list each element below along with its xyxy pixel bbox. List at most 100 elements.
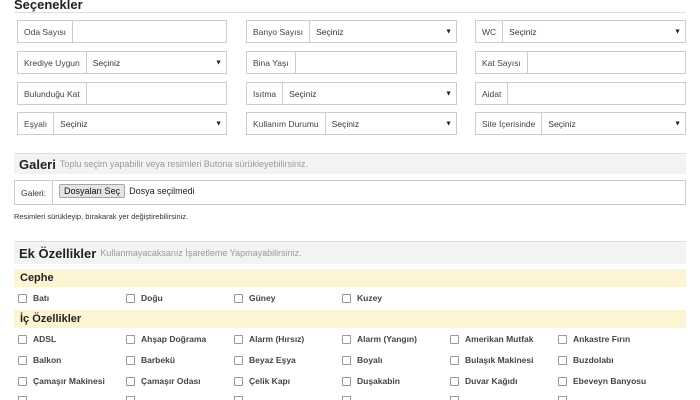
checkbox-box[interactable] <box>234 334 243 344</box>
checkbox-box[interactable] <box>450 376 459 386</box>
checkbox-box[interactable] <box>18 355 27 365</box>
checkbox-box[interactable] <box>558 376 567 386</box>
field-isitma[interactable]: Isıtma Seçiniz ▼ <box>246 82 457 105</box>
checkbox-camasir-odasi[interactable]: Çamaşır Odası <box>126 376 201 386</box>
checkbox-bulasik-makinesi[interactable]: Bulaşık Makinesi <box>450 355 534 365</box>
file-status: Dosya seçilmedi <box>129 185 195 196</box>
checkbox-label: Bulaşık Makinesi <box>465 355 534 365</box>
checkbox-label: Çamaşır Makinesi <box>33 376 105 386</box>
checkbox-amerikan-mutfak[interactable]: Amerikan Mutfak <box>450 334 534 344</box>
checkbox-box[interactable] <box>450 396 459 400</box>
checkbox-alarm-hirsiz[interactable]: Alarm (Hırsız) <box>234 334 304 344</box>
checkbox-box[interactable] <box>342 396 351 400</box>
checkbox-box[interactable] <box>126 396 135 400</box>
caret-down-icon: ▼ <box>215 120 222 127</box>
checkbox-box[interactable] <box>18 396 27 400</box>
checkbox-alarm-yangin[interactable]: Alarm (Yangın) <box>342 334 417 344</box>
checkbox-label: Duşakabin <box>357 376 400 386</box>
gallery-note: Resimleri sürükleyip, bırakarak yer deği… <box>14 212 189 221</box>
checkbox-ankastre-firin[interactable]: Ankastre Fırın <box>558 334 630 344</box>
field-krediye-uygun[interactable]: Krediye Uygun Seçiniz ▼ <box>17 51 227 74</box>
checkbox-box[interactable] <box>126 293 135 303</box>
checkbox-barbeku[interactable]: Barbekü <box>126 355 175 365</box>
checkbox-box[interactable] <box>18 334 27 344</box>
checkbox-label: Amerikan Mutfak <box>465 334 534 344</box>
checkbox-kuzey[interactable]: Kuzey <box>342 293 382 303</box>
checkbox-box[interactable] <box>126 334 135 344</box>
field-aidat[interactable]: Aidat <box>475 82 686 105</box>
oda-sayisi-input[interactable] <box>73 21 226 42</box>
field-banyo-sayisi[interactable]: Banyo Sayısı Seçiniz ▼ <box>246 20 457 43</box>
kullanim-durumu-select[interactable]: Seçiniz ▼ <box>326 113 456 134</box>
field-esyali[interactable]: Eşyalı Seçiniz ▼ <box>17 112 227 135</box>
checkbox-camasir-makinesi[interactable]: Çamaşır Makinesi <box>18 376 105 386</box>
checkbox-duvar-kagidi[interactable]: Duvar Kağıdı <box>450 376 517 386</box>
checkbox-box[interactable] <box>342 334 351 344</box>
checkbox-adsl[interactable]: ADSL <box>18 334 56 344</box>
field-label: Oda Sayısı <box>18 21 74 42</box>
checkbox-box[interactable] <box>558 334 567 344</box>
checkbox-box[interactable] <box>342 376 351 386</box>
checkbox-celik-kapi[interactable]: Çelik Kapı <box>234 376 290 386</box>
checkbox-ahsap-dograma[interactable]: Ahşap Doğrama <box>126 334 206 344</box>
checkbox-box[interactable] <box>234 376 243 386</box>
checkbox-box[interactable] <box>126 355 135 365</box>
gallery-section-header: Galeri Toplu seçim yapabilir veya resiml… <box>14 154 686 174</box>
checkbox-box[interactable] <box>450 355 459 365</box>
checkbox-box[interactable] <box>342 293 351 303</box>
checkbox-box[interactable] <box>342 355 351 365</box>
checkbox-label: Beyaz Eşya <box>249 355 296 365</box>
checkbox-balkon[interactable]: Balkon <box>18 355 61 365</box>
checkbox-beyaz-esya[interactable]: Beyaz Eşya <box>234 355 296 365</box>
checkbox-box[interactable] <box>234 355 243 365</box>
checkbox-label: Alarm (Yangın) <box>357 334 417 344</box>
caret-down-icon: ▼ <box>674 28 681 35</box>
checkbox-box[interactable] <box>18 376 27 386</box>
field-label: Krediye Uygun <box>18 52 87 73</box>
field-bina-yasi[interactable]: Bina Yaşı <box>246 51 457 74</box>
checkbox-box[interactable] <box>126 376 135 386</box>
site-icerisinde-select[interactable]: Seçiniz ▼ <box>542 113 685 134</box>
caret-down-icon: ▼ <box>445 120 452 127</box>
checkbox-dusakabin[interactable]: Duşakabin <box>342 376 400 386</box>
checkbox-label: Doğu <box>141 293 163 303</box>
choose-files-button[interactable]: Dosyaları Seç <box>59 183 126 198</box>
bina-yasi-input[interactable] <box>296 52 456 73</box>
checkbox-buzdolabi[interactable]: Buzdolabı <box>558 355 614 365</box>
field-label: Bulunduğu Kat <box>18 83 87 104</box>
checkbox-label: Duvar Kağıdı <box>465 376 518 386</box>
checkbox-box[interactable] <box>558 396 567 400</box>
esyali-select[interactable]: Seçiniz ▼ <box>54 113 226 134</box>
gallery-label: Galeri: <box>15 181 54 204</box>
bulundugu-kat-input[interactable] <box>87 83 226 104</box>
checkbox-ebeveyn-banyosu[interactable]: Ebeveyn Banyosu <box>558 376 646 386</box>
isitma-select[interactable]: Seçiniz ▼ <box>283 83 456 104</box>
field-oda-sayisi[interactable]: Oda Sayısı <box>17 20 227 43</box>
checkbox-bati[interactable]: Batı <box>18 293 49 303</box>
group-header-ic-ozellikler: İç Özellikler <box>14 310 686 328</box>
field-wc[interactable]: WC Seçiniz ▼ <box>475 20 686 43</box>
checkbox-box[interactable] <box>558 355 567 365</box>
checkbox-guney[interactable]: Güney <box>234 293 275 303</box>
checkbox-box[interactable] <box>234 293 243 303</box>
checkbox-dogu[interactable]: Doğu <box>126 293 163 303</box>
checkbox-boyali[interactable]: Boyalı <box>342 355 383 365</box>
checkbox-box[interactable] <box>18 293 27 303</box>
gallery-title: Galeri <box>19 156 56 172</box>
field-kat-sayisi[interactable]: Kat Sayısı <box>475 51 686 74</box>
banyo-sayisi-select[interactable]: Seçiniz ▼ <box>310 21 456 42</box>
field-site-icerisinde[interactable]: Site İçerisinde Seçiniz ▼ <box>475 112 686 135</box>
kat-sayisi-input[interactable] <box>528 52 685 73</box>
krediye-uygun-select[interactable]: Seçiniz ▼ <box>87 52 226 73</box>
checkbox-box[interactable] <box>450 334 459 344</box>
wc-select[interactable]: Seçiniz ▼ <box>503 21 685 42</box>
checkbox-box[interactable] <box>234 396 243 400</box>
field-bulundugu-kat[interactable]: Bulunduğu Kat <box>17 82 227 105</box>
caret-down-icon: ▼ <box>215 59 222 66</box>
checkbox-label: Buzdolabı <box>573 355 614 365</box>
field-kullanim-durumu[interactable]: Kullanım Durumu Seçiniz ▼ <box>246 112 457 135</box>
checkbox-label: Batı <box>33 293 50 303</box>
aidat-input[interactable] <box>508 83 685 104</box>
select-value: Seçiniz <box>60 118 88 129</box>
field-label: Kullanım Durumu <box>247 113 326 134</box>
